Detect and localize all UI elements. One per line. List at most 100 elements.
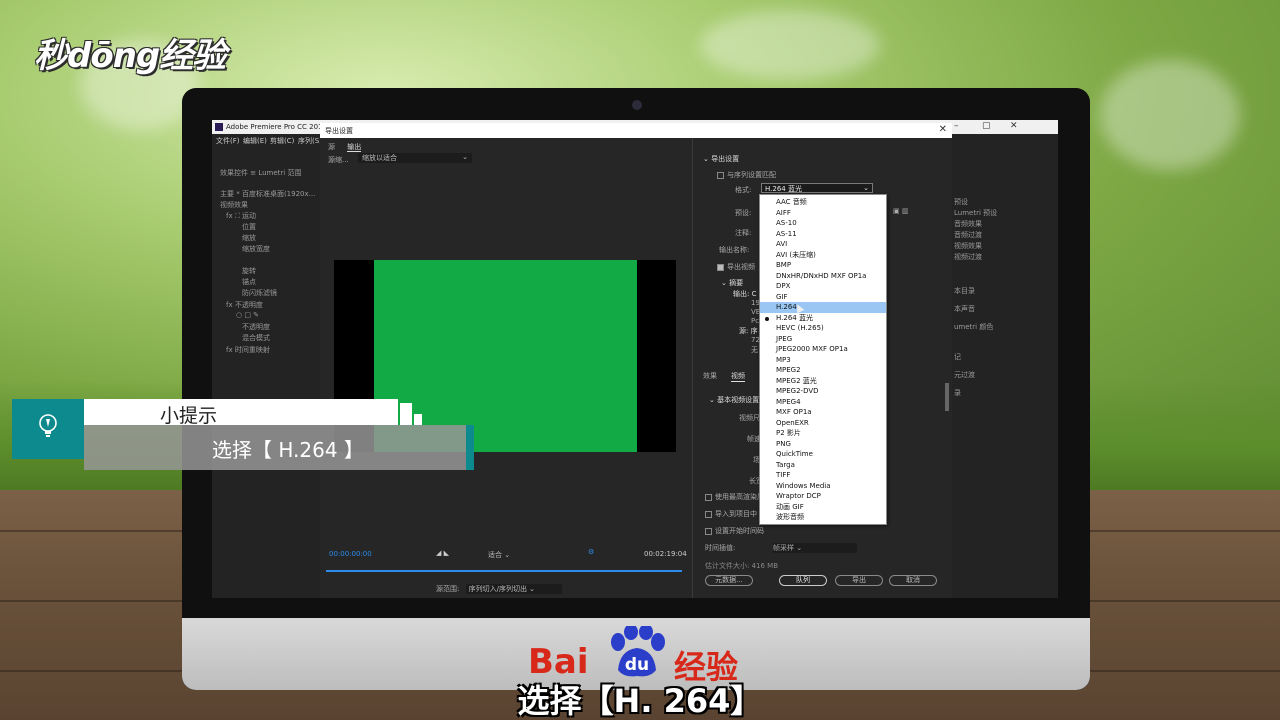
- format-option[interactable]: H.264 蓝光: [760, 313, 886, 324]
- effect-row[interactable]: 旋转: [242, 266, 256, 276]
- effects-folder[interactable]: 预设: [954, 197, 968, 207]
- effects-folder[interactable]: 音频过渡: [954, 230, 982, 240]
- tab-source[interactable]: 源: [328, 143, 335, 151]
- export-video-label: 导出视频: [727, 263, 755, 271]
- menu-edit[interactable]: 编辑(E): [243, 136, 267, 146]
- format-option-label: MPEG2 蓝光: [776, 376, 817, 385]
- tab-effects[interactable]: 效果: [703, 371, 717, 381]
- timecode-out[interactable]: 00:02:19:04: [644, 550, 687, 558]
- menu-file[interactable]: 文件(F): [216, 136, 240, 146]
- comment-label: 注释:: [735, 229, 752, 237]
- summary-label: 摘要: [729, 279, 744, 287]
- cancel-button[interactable]: 取消: [889, 575, 937, 586]
- export-settings-header[interactable]: ⌄ 导出设置: [703, 154, 739, 164]
- summary-header[interactable]: ⌄ 摘要: [721, 278, 743, 288]
- format-select[interactable]: H.264 蓝光 ⌄: [761, 183, 873, 193]
- format-option[interactable]: Wraptor DCP: [760, 491, 886, 502]
- format-option[interactable]: DPX: [760, 281, 886, 292]
- time-interp-select[interactable]: 帧采样 ⌄: [773, 543, 857, 553]
- preset-actions-icon[interactable]: ▣ ▥: [893, 207, 908, 215]
- timeline-track[interactable]: [326, 570, 682, 572]
- source-range-select[interactable]: 序列切入/序列切出 ⌄: [465, 584, 562, 594]
- format-option[interactable]: AVI: [760, 239, 886, 250]
- start-timecode-checkbox[interactable]: 设置开始时间码: [705, 526, 764, 536]
- format-option[interactable]: HEVC (H.265): [760, 323, 886, 334]
- format-option[interactable]: Targa: [760, 460, 886, 471]
- format-option[interactable]: MPEG2 蓝光: [760, 376, 886, 387]
- mask-tools[interactable]: ○ □ ✎: [236, 311, 259, 319]
- format-option[interactable]: MPEG4: [760, 397, 886, 408]
- metadata-button[interactable]: 元数据...: [705, 575, 753, 586]
- video-field-label: 视频尺: [739, 414, 760, 422]
- format-option[interactable]: MPEG2: [760, 365, 886, 376]
- menu-sequence[interactable]: 序列(S): [298, 136, 322, 146]
- format-option[interactable]: 波形音频: [760, 512, 886, 523]
- effects-folder[interactable]: 视频效果: [954, 241, 982, 251]
- effect-row[interactable]: 不透明度: [242, 322, 270, 332]
- source-scaling-select[interactable]: 缩放以适合 ⌄: [358, 153, 472, 163]
- effect-row[interactable]: fx 时间重映射: [226, 345, 270, 355]
- import-project-checkbox[interactable]: 导入到项目中: [705, 509, 757, 519]
- format-option-label: AAC 音频: [776, 198, 807, 206]
- tip-accent: [466, 425, 474, 470]
- format-option[interactable]: 动画 GIF: [760, 502, 886, 513]
- format-option[interactable]: MP3: [760, 355, 886, 366]
- preview-tabs: 源 输出: [328, 142, 371, 152]
- effect-row[interactable]: fx ⛶ 运动: [226, 211, 256, 221]
- minimize-icon[interactable]: –: [954, 121, 959, 131]
- format-option[interactable]: JPEG: [760, 334, 886, 345]
- format-option[interactable]: GIF: [760, 292, 886, 303]
- format-option[interactable]: AAC 音频: [760, 197, 886, 208]
- export-button[interactable]: 导出: [835, 575, 883, 586]
- format-option-label: JPEG: [776, 334, 793, 343]
- format-option[interactable]: OpenEXR: [760, 418, 886, 429]
- format-option[interactable]: P2 影片: [760, 428, 886, 439]
- effect-row[interactable]: 锚点: [242, 277, 256, 287]
- time-interp-label: 时间插值:: [705, 544, 736, 552]
- format-option-label: BMP: [776, 261, 792, 269]
- effect-row[interactable]: 缩放宽度: [242, 244, 270, 254]
- format-option[interactable]: DNxHR/DNxHD MXF OP1a: [760, 271, 886, 282]
- panel-tabs[interactable]: 效果控件 ≡ Lumetri 范围: [220, 168, 301, 178]
- effects-folder[interactable]: Lumetri 预设: [954, 208, 997, 218]
- format-option[interactable]: AIFF: [760, 208, 886, 219]
- effect-row[interactable]: 缩放: [242, 233, 256, 243]
- format-option[interactable]: AS-10: [760, 218, 886, 229]
- menu-clip[interactable]: 剪辑(C): [270, 136, 294, 146]
- effect-row[interactable]: 混合模式: [242, 333, 270, 343]
- effects-folder[interactable]: 音频效果: [954, 219, 982, 229]
- effects-folder[interactable]: 视频过渡: [954, 252, 982, 262]
- tab-output[interactable]: 输出: [347, 143, 362, 152]
- export-settings-header-text: 导出设置: [711, 155, 740, 163]
- close-icon[interactable]: ✕: [1010, 121, 1018, 131]
- scrollbar-thumb[interactable]: [945, 383, 949, 411]
- checkbox-icon: [705, 510, 712, 518]
- format-option-label: GIF: [776, 292, 788, 301]
- tab-video[interactable]: 视频: [731, 371, 745, 382]
- match-sequence-checkbox[interactable]: 与序列设置匹配: [717, 170, 776, 180]
- effect-row[interactable]: 位置: [242, 222, 256, 232]
- format-option[interactable]: PNG: [760, 439, 886, 450]
- format-option[interactable]: MPEG2-DVD: [760, 386, 886, 397]
- format-option[interactable]: TIFF: [760, 470, 886, 481]
- effect-row[interactable]: fx 不透明度: [226, 300, 263, 310]
- format-option[interactable]: MXF OP1a: [760, 407, 886, 418]
- format-option[interactable]: AS-11: [760, 229, 886, 240]
- basic-video-header[interactable]: ⌄ 基本视频设置: [709, 395, 759, 405]
- mark-in-icon[interactable]: ◢ ◣: [436, 549, 449, 557]
- format-option[interactable]: AVI (未压缩): [760, 250, 886, 261]
- maximize-icon[interactable]: ▢: [982, 121, 991, 131]
- dialog-close-icon[interactable]: ✕: [939, 124, 947, 135]
- format-option[interactable]: Windows Media: [760, 481, 886, 492]
- format-option[interactable]: JPEG2000 MXF OP1a: [760, 344, 886, 355]
- format-option[interactable]: QuickTime: [760, 449, 886, 460]
- format-option[interactable]: H.264: [760, 302, 886, 313]
- effect-row[interactable]: 防闪烁滤镜: [242, 288, 277, 298]
- effects-panel: 预设 Lumetri 预设 音频效果 音频过渡 视频效果 视频过渡 本目录 本声…: [948, 146, 1058, 598]
- timecode-in[interactable]: 00:00:00:00: [329, 550, 372, 558]
- queue-button[interactable]: 队列: [779, 575, 827, 586]
- format-option[interactable]: BMP: [760, 260, 886, 271]
- settings-icon[interactable]: ⚙: [588, 548, 594, 556]
- export-video-checkbox[interactable]: 导出视频: [717, 262, 755, 272]
- fit-select[interactable]: 适合 ⌄: [488, 550, 510, 560]
